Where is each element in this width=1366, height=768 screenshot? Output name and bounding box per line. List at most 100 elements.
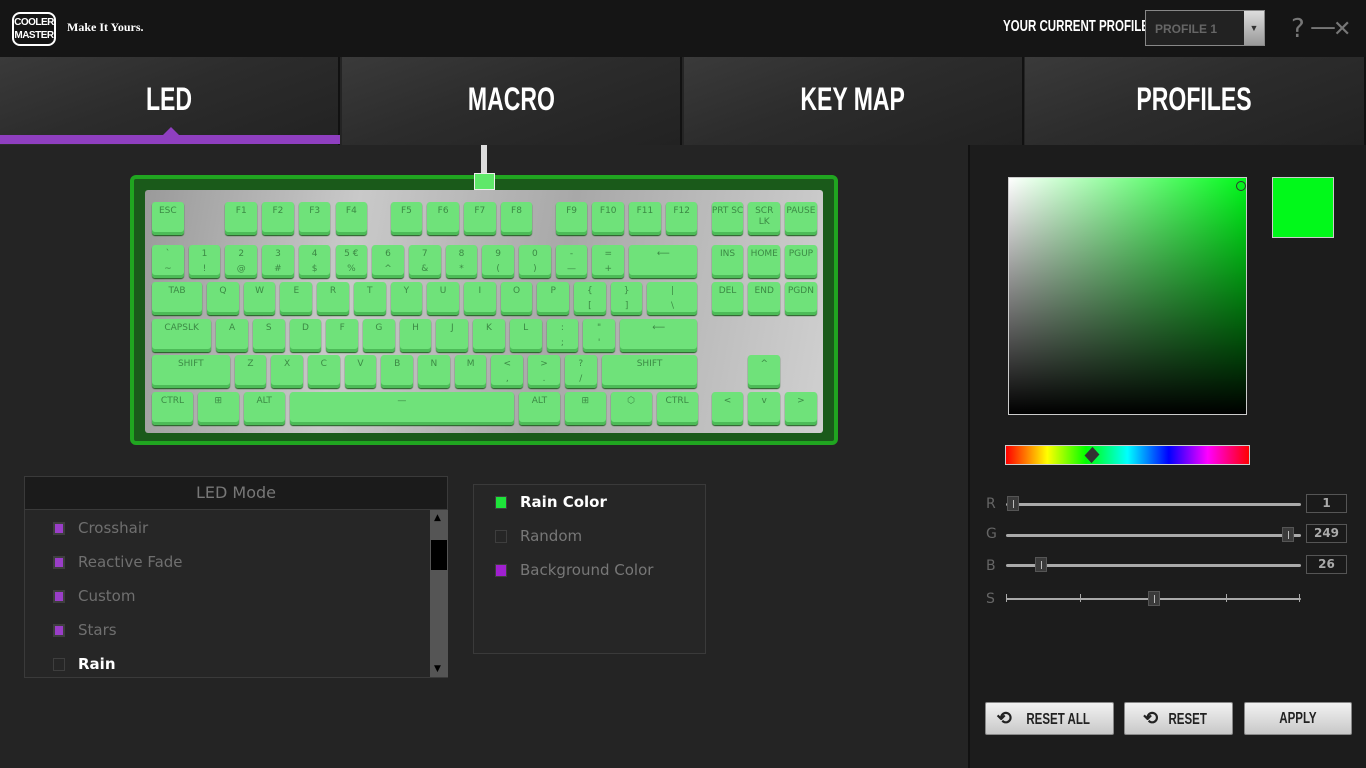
- key[interactable]: Q: [207, 282, 239, 315]
- b-slider[interactable]: [1006, 557, 1301, 572]
- key[interactable]: ALT: [243, 392, 285, 425]
- scrollbar[interactable]: ▲ ▼: [430, 510, 448, 677]
- reset-all-button[interactable]: ⟲ RESET ALL: [985, 702, 1114, 735]
- key[interactable]: ⊞: [197, 392, 239, 425]
- color-picker-cursor[interactable]: [1236, 181, 1246, 191]
- checkbox[interactable]: [53, 556, 65, 569]
- led-mode-item[interactable]: Crosshair: [53, 519, 148, 537]
- key[interactable]: X: [271, 355, 303, 388]
- key[interactable]: M: [454, 355, 487, 388]
- scroll-down-icon[interactable]: ▼: [434, 664, 441, 674]
- key[interactable]: >: [785, 392, 817, 425]
- key[interactable]: E: [280, 282, 313, 315]
- key[interactable]: K: [473, 319, 505, 352]
- key[interactable]: A: [216, 319, 248, 352]
- key[interactable]: ESC: [152, 202, 184, 235]
- key[interactable]: F5: [390, 202, 423, 235]
- led-mode-item[interactable]: Stars: [53, 621, 117, 639]
- scroll-thumb[interactable]: [431, 540, 447, 570]
- checkbox[interactable]: [53, 658, 65, 671]
- key[interactable]: HOME: [748, 245, 781, 278]
- key[interactable]: 7 &: [408, 245, 441, 278]
- key[interactable]: END: [748, 282, 781, 315]
- key[interactable]: F1: [225, 202, 258, 235]
- key[interactable]: T: [353, 282, 386, 315]
- key[interactable]: P: [537, 282, 570, 315]
- key[interactable]: H: [399, 319, 432, 352]
- scroll-up-icon[interactable]: ▲: [434, 513, 441, 523]
- color-option[interactable]: Background Color: [495, 561, 653, 579]
- key[interactable]: = +: [592, 245, 625, 278]
- key[interactable]: 6 ^: [372, 245, 404, 278]
- key[interactable]: {[: [574, 282, 606, 315]
- g-value-input[interactable]: 249: [1306, 524, 1347, 543]
- color-picker-area[interactable]: [1008, 177, 1247, 415]
- key[interactable]: W: [243, 282, 276, 315]
- key[interactable]: SHIFT: [601, 355, 698, 388]
- key[interactable]: ` ~: [152, 245, 184, 278]
- key[interactable]: I: [463, 282, 496, 315]
- key[interactable]: G: [363, 319, 395, 352]
- key[interactable]: Z: [234, 355, 267, 388]
- key[interactable]: F6: [427, 202, 459, 235]
- b-slider-thumb[interactable]: [1034, 557, 1047, 572]
- apply-button[interactable]: APPLY: [1244, 702, 1352, 735]
- key[interactable]: <,: [491, 355, 524, 388]
- key[interactable]: SHIFT: [152, 355, 230, 388]
- key[interactable]: F8: [500, 202, 533, 235]
- key[interactable]: Y: [390, 282, 423, 315]
- checkbox[interactable]: [53, 590, 65, 603]
- key[interactable]: —: [289, 392, 514, 425]
- key[interactable]: L: [509, 319, 542, 352]
- s-slider[interactable]: [1006, 591, 1301, 606]
- key[interactable]: PGUP: [785, 245, 817, 278]
- key[interactable]: F11: [629, 202, 661, 235]
- reset-button[interactable]: ⟲ RESET: [1124, 702, 1233, 735]
- key[interactable]: PGDN: [785, 282, 817, 315]
- r-slider-thumb[interactable]: [1007, 496, 1020, 511]
- g-slider[interactable]: [1006, 527, 1301, 542]
- key[interactable]: CTRL: [152, 392, 193, 425]
- checkbox[interactable]: [53, 624, 65, 637]
- g-slider-thumb[interactable]: [1282, 527, 1295, 542]
- key[interactable]: J: [436, 319, 469, 352]
- tab-profiles[interactable]: PROFILES: [1025, 57, 1366, 145]
- key[interactable]: F12: [665, 202, 698, 235]
- key[interactable]: " ': [583, 319, 615, 352]
- key[interactable]: 3 #: [262, 245, 294, 278]
- key[interactable]: ⟵: [619, 319, 698, 352]
- key[interactable]: U: [427, 282, 459, 315]
- key[interactable]: F: [326, 319, 358, 352]
- key[interactable]: F4: [335, 202, 368, 235]
- key[interactable]: D: [289, 319, 322, 352]
- led-mode-item[interactable]: Custom: [53, 587, 135, 605]
- checkbox[interactable]: [53, 522, 65, 535]
- led-mode-item[interactable]: Reactive Fade: [53, 553, 183, 571]
- key[interactable]: INS: [711, 245, 744, 278]
- key[interactable]: ALT: [519, 392, 560, 425]
- color-option[interactable]: Rain Color: [495, 493, 607, 511]
- key[interactable]: 5 €%: [335, 245, 368, 278]
- key[interactable]: 4 $: [298, 245, 331, 278]
- tab-macro[interactable]: MACRO: [342, 57, 682, 145]
- help-icon[interactable]: ?: [1291, 14, 1305, 44]
- key[interactable]: CAPSLK: [152, 319, 212, 352]
- key[interactable]: ^: [748, 355, 781, 388]
- key[interactable]: V: [344, 355, 377, 388]
- color-swatch[interactable]: [495, 496, 507, 509]
- key[interactable]: :;: [546, 319, 579, 352]
- r-value-input[interactable]: 1: [1306, 494, 1347, 513]
- key[interactable]: }]: [610, 282, 643, 315]
- key[interactable]: >.: [528, 355, 560, 388]
- key[interactable]: SCR LK: [748, 202, 781, 235]
- key[interactable]: F10: [592, 202, 625, 235]
- color-swatch[interactable]: [495, 564, 507, 577]
- profile-dropdown[interactable]: PROFILE 1 ▼: [1145, 10, 1265, 46]
- key[interactable]: 9(: [482, 245, 514, 278]
- key[interactable]: 1!: [188, 245, 221, 278]
- r-slider[interactable]: [1006, 496, 1301, 511]
- key[interactable]: F3: [298, 202, 331, 235]
- color-option[interactable]: Random: [495, 527, 582, 545]
- key[interactable]: ⬡: [610, 392, 652, 425]
- key[interactable]: - —: [555, 245, 588, 278]
